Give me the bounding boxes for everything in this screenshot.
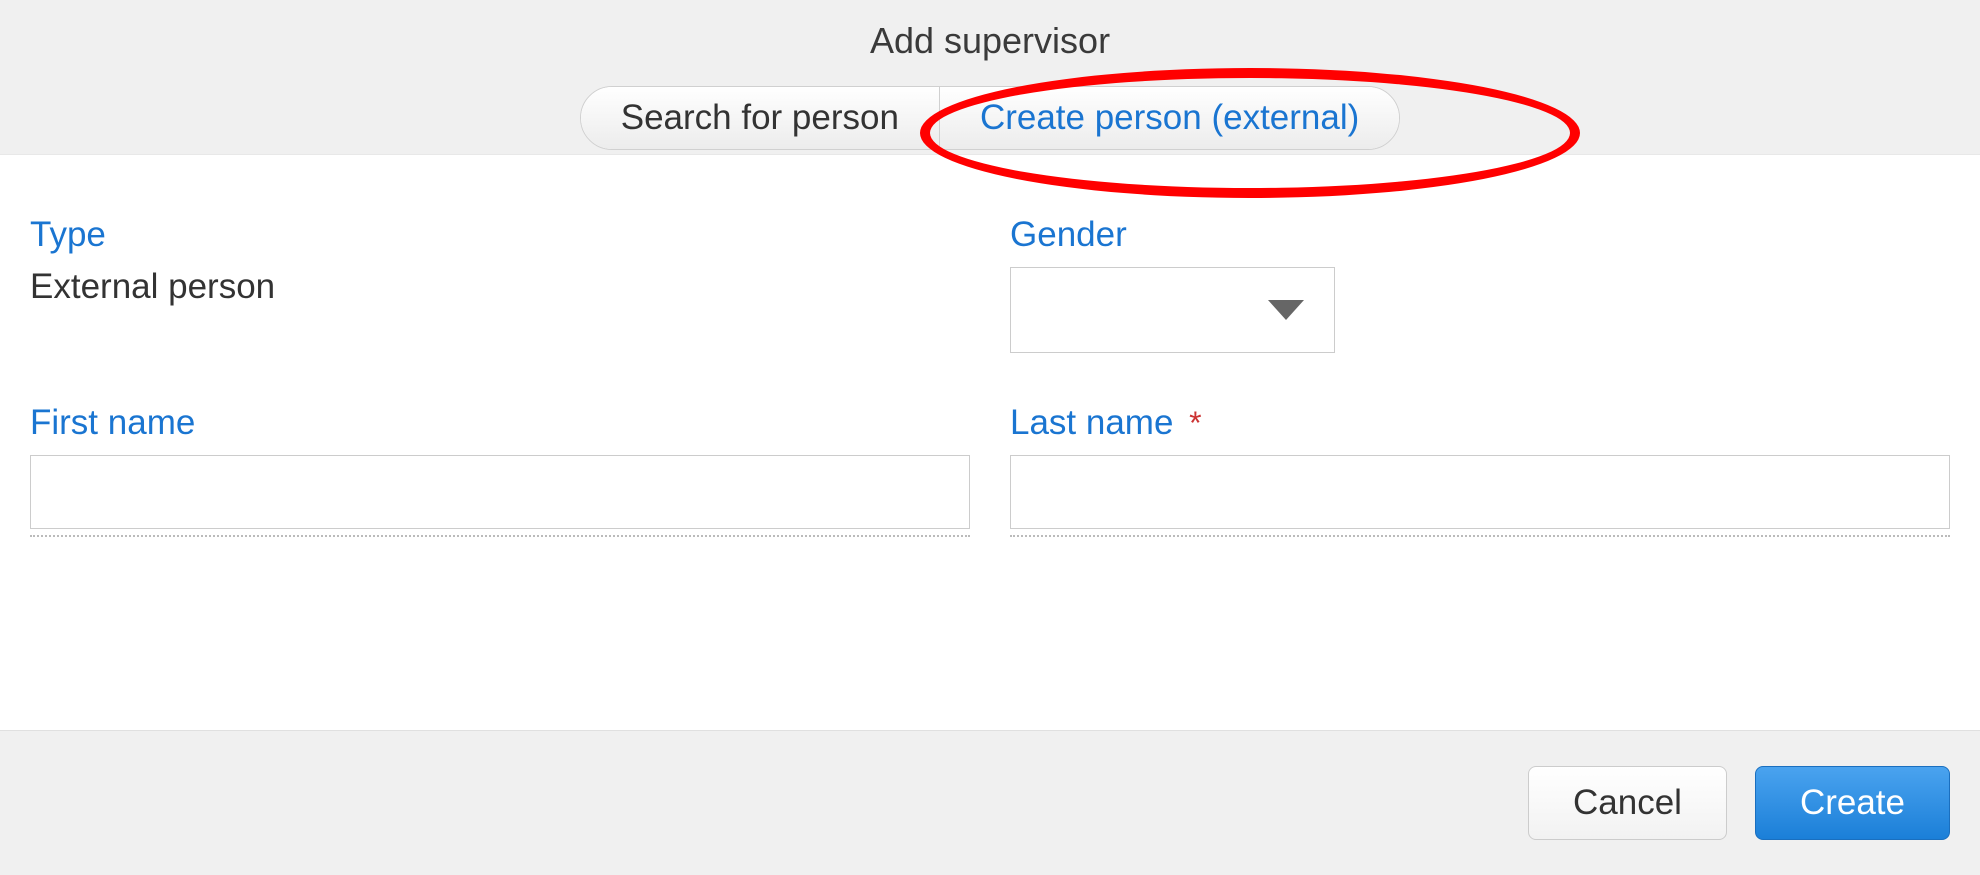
field-first-name: First name	[30, 403, 970, 537]
dialog-title: Add supervisor	[0, 20, 1980, 62]
tab-switch: Search for person Create person (externa…	[580, 86, 1401, 150]
first-name-label: First name	[30, 403, 970, 443]
last-name-input[interactable]	[1010, 455, 1950, 529]
first-name-input[interactable]	[30, 455, 970, 529]
input-underline	[1010, 535, 1950, 537]
field-type: Type External person	[30, 215, 970, 353]
tab-create-person-external[interactable]: Create person (external)	[940, 87, 1399, 149]
last-name-label: Last name *	[1010, 403, 1950, 443]
dialog-footer: Cancel Create	[0, 730, 1980, 875]
required-asterisk-icon: *	[1189, 405, 1201, 441]
field-gender: Gender	[1010, 215, 1950, 353]
last-name-label-text: Last name	[1010, 403, 1173, 442]
gender-select[interactable]	[1010, 267, 1335, 353]
input-underline	[30, 535, 970, 537]
gender-label: Gender	[1010, 215, 1950, 255]
tab-create-label: Create person (external)	[980, 98, 1359, 138]
tab-search-label: Search for person	[621, 98, 899, 138]
chevron-down-icon	[1268, 300, 1304, 320]
form-body: Type External person Gender First name L…	[0, 155, 1980, 730]
field-last-name: Last name *	[1010, 403, 1950, 537]
type-label: Type	[30, 215, 970, 255]
cancel-button[interactable]: Cancel	[1528, 766, 1727, 840]
tab-search-for-person[interactable]: Search for person	[581, 87, 940, 149]
dialog-header: Add supervisor Search for person Create …	[0, 0, 1980, 155]
create-button[interactable]: Create	[1755, 766, 1950, 840]
type-value: External person	[30, 267, 970, 307]
